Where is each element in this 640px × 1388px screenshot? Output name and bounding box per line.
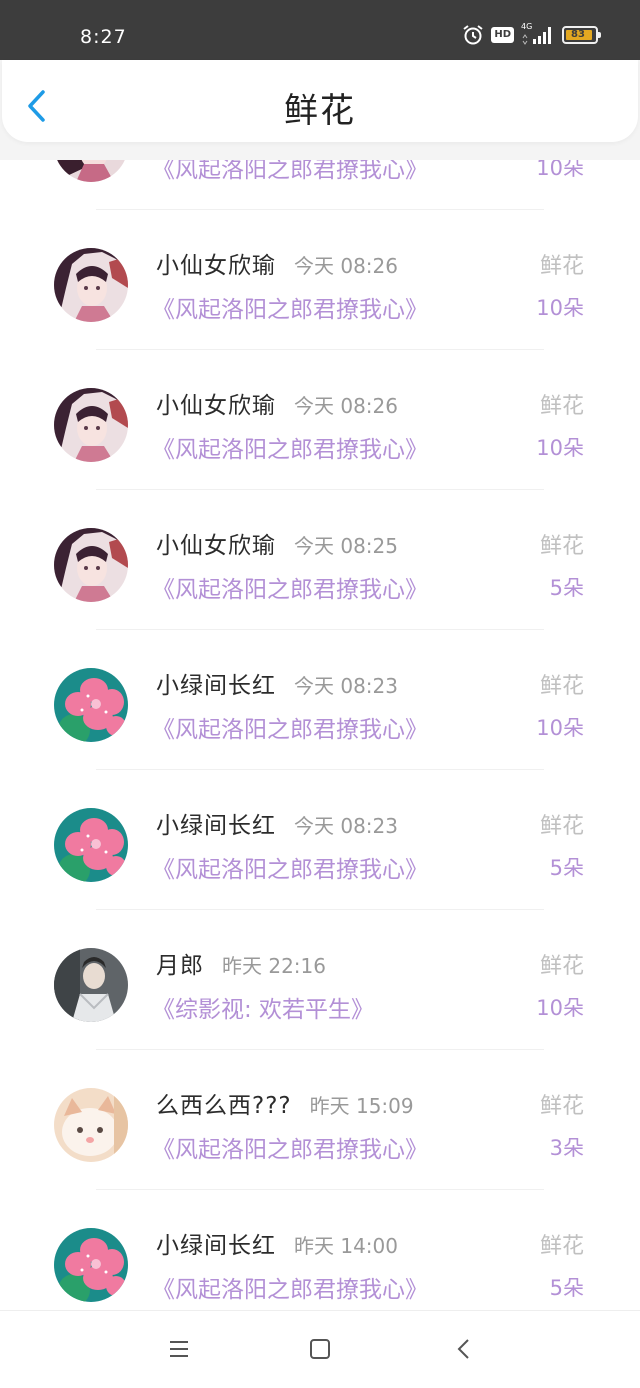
- cat-avatar[interactable]: [54, 1088, 128, 1162]
- send-time: 昨天 22:16: [222, 954, 326, 978]
- girl-avatar[interactable]: [54, 528, 128, 602]
- user-name-text: 月郎: [156, 953, 204, 979]
- user-name: 月郎 昨天 22:16: [156, 946, 326, 980]
- flower-list[interactable]: 《风起洛阳之郎君撩我心》 10朵 小仙女欣瑜 今天 08:26 《风起洛阳之郎君撩…: [0, 160, 640, 1310]
- book-title[interactable]: 《风起洛阳之郎君撩我心》: [152, 710, 428, 744]
- girl-avatar[interactable]: [54, 388, 128, 462]
- list-item[interactable]: 《风起洛阳之郎君撩我心》 10朵: [0, 160, 640, 210]
- flower-count: 10朵: [536, 296, 584, 320]
- book-title[interactable]: 《风起洛阳之郎君撩我心》: [152, 160, 428, 184]
- user-name-text: 小绿间长红: [156, 673, 276, 699]
- send-time: 昨天 15:09: [309, 1094, 414, 1118]
- flower-count: 10朵: [536, 436, 584, 460]
- list-item[interactable]: 小绿间长红 今天 08:23 《风起洛阳之郎君撩我心》 鲜花 10朵: [0, 630, 640, 770]
- user-name-text: 小仙女欣瑜: [156, 253, 276, 279]
- list-item[interactable]: 小仙女欣瑜 今天 08:25 《风起洛阳之郎君撩我心》 鲜花 5朵: [0, 490, 640, 630]
- system-nav-bar: [0, 1310, 640, 1388]
- gift-type: 鲜花: [539, 954, 584, 979]
- man-avatar[interactable]: [54, 948, 128, 1022]
- user-name: 小绿间长红 今天 08:23: [156, 666, 398, 700]
- status-bar: 8:27 HD 4G 83: [0, 0, 640, 60]
- list-item[interactable]: 小仙女欣瑜 今天 08:26 《风起洛阳之郎君撩我心》 鲜花 10朵: [0, 350, 640, 490]
- user-name-text: 小仙女欣瑜: [156, 533, 276, 559]
- flower-count: 10朵: [536, 996, 584, 1020]
- send-time: 今天 08:26: [294, 394, 398, 418]
- page-title: 鲜花: [284, 91, 356, 131]
- girl-avatar[interactable]: [54, 160, 128, 182]
- list-item[interactable]: 小绿间长红 今天 08:23 《风起洛阳之郎君撩我心》 鲜花 5朵: [0, 770, 640, 910]
- flower-count: 5朵: [549, 1276, 584, 1300]
- flower-avatar[interactable]: [54, 1228, 128, 1302]
- status-time: 8:27: [80, 26, 127, 48]
- back-chevron-icon[interactable]: [452, 1337, 476, 1361]
- user-name-text: 么西么西???: [156, 1093, 292, 1119]
- user-name-text: 小仙女欣瑜: [156, 393, 276, 419]
- list-item[interactable]: 小仙女欣瑜 今天 08:26 《风起洛阳之郎君撩我心》 鲜花 10朵: [0, 210, 640, 350]
- user-name: 小仙女欣瑜 今天 08:25: [156, 526, 398, 560]
- send-time: 今天 08:25: [294, 534, 398, 558]
- list-item[interactable]: 么西么西??? 昨天 15:09 《风起洛阳之郎君撩我心》 鲜花 3朵: [0, 1050, 640, 1190]
- user-name: 么西么西??? 昨天 15:09: [156, 1086, 414, 1120]
- book-title[interactable]: 《综影视: 欢若平生》: [152, 990, 374, 1024]
- user-name: 小仙女欣瑜 今天 08:26: [156, 246, 398, 280]
- book-title[interactable]: 《风起洛阳之郎君撩我心》: [152, 1130, 428, 1164]
- battery-level: 83: [571, 29, 585, 40]
- user-name-text: 小绿间长红: [156, 1233, 276, 1259]
- flower-count: 10朵: [536, 160, 584, 180]
- status-icons: HD 4G 83: [462, 22, 601, 46]
- list-item[interactable]: 月郎 昨天 22:16 《综影视: 欢若平生》 鲜花 10朵: [0, 910, 640, 1050]
- gift-type: 鲜花: [539, 394, 584, 419]
- header-area: 鲜花: [0, 60, 640, 160]
- gift-type: 鲜花: [539, 1234, 584, 1259]
- user-name: 小仙女欣瑜 今天 08:26: [156, 386, 398, 420]
- flower-count: 3朵: [549, 1136, 584, 1160]
- gift-type: 鲜花: [539, 534, 584, 559]
- battery-icon: 83: [562, 26, 601, 44]
- flower-count: 10朵: [536, 716, 584, 740]
- alarm-icon: [463, 25, 483, 45]
- home-square-icon[interactable]: [308, 1337, 332, 1361]
- header: 鲜花: [2, 60, 638, 142]
- book-title[interactable]: 《风起洛阳之郎君撩我心》: [152, 1270, 428, 1304]
- send-time: 今天 08:23: [294, 814, 398, 838]
- list-item[interactable]: 小绿间长红 昨天 14:00 《风起洛阳之郎君撩我心》 鲜花 5朵: [0, 1190, 640, 1310]
- book-title[interactable]: 《风起洛阳之郎君撩我心》: [152, 430, 428, 464]
- user-name-text: 小绿间长红: [156, 813, 276, 839]
- send-time: 今天 08:26: [294, 254, 398, 278]
- book-title[interactable]: 《风起洛阳之郎君撩我心》: [152, 570, 428, 604]
- book-title[interactable]: 《风起洛阳之郎君撩我心》: [152, 850, 428, 884]
- gift-type: 鲜花: [539, 814, 584, 839]
- girl-avatar[interactable]: [54, 248, 128, 322]
- gift-type: 鲜花: [539, 1094, 584, 1119]
- user-name: 小绿间长红 今天 08:23: [156, 806, 398, 840]
- flower-avatar[interactable]: [54, 668, 128, 742]
- gift-type: 鲜花: [539, 254, 584, 279]
- hd-icon: HD: [491, 27, 514, 43]
- book-title[interactable]: 《风起洛阳之郎君撩我心》: [152, 290, 428, 324]
- flower-count: 5朵: [549, 856, 584, 880]
- flower-count: 5朵: [549, 576, 584, 600]
- send-time: 昨天 14:00: [294, 1234, 398, 1258]
- send-time: 今天 08:23: [294, 674, 398, 698]
- flower-avatar[interactable]: [54, 808, 128, 882]
- user-name: 小绿间长红 昨天 14:00: [156, 1226, 398, 1260]
- gift-type: 鲜花: [539, 674, 584, 699]
- signal-icon: 4G: [521, 22, 555, 46]
- menu-icon[interactable]: [167, 1337, 191, 1361]
